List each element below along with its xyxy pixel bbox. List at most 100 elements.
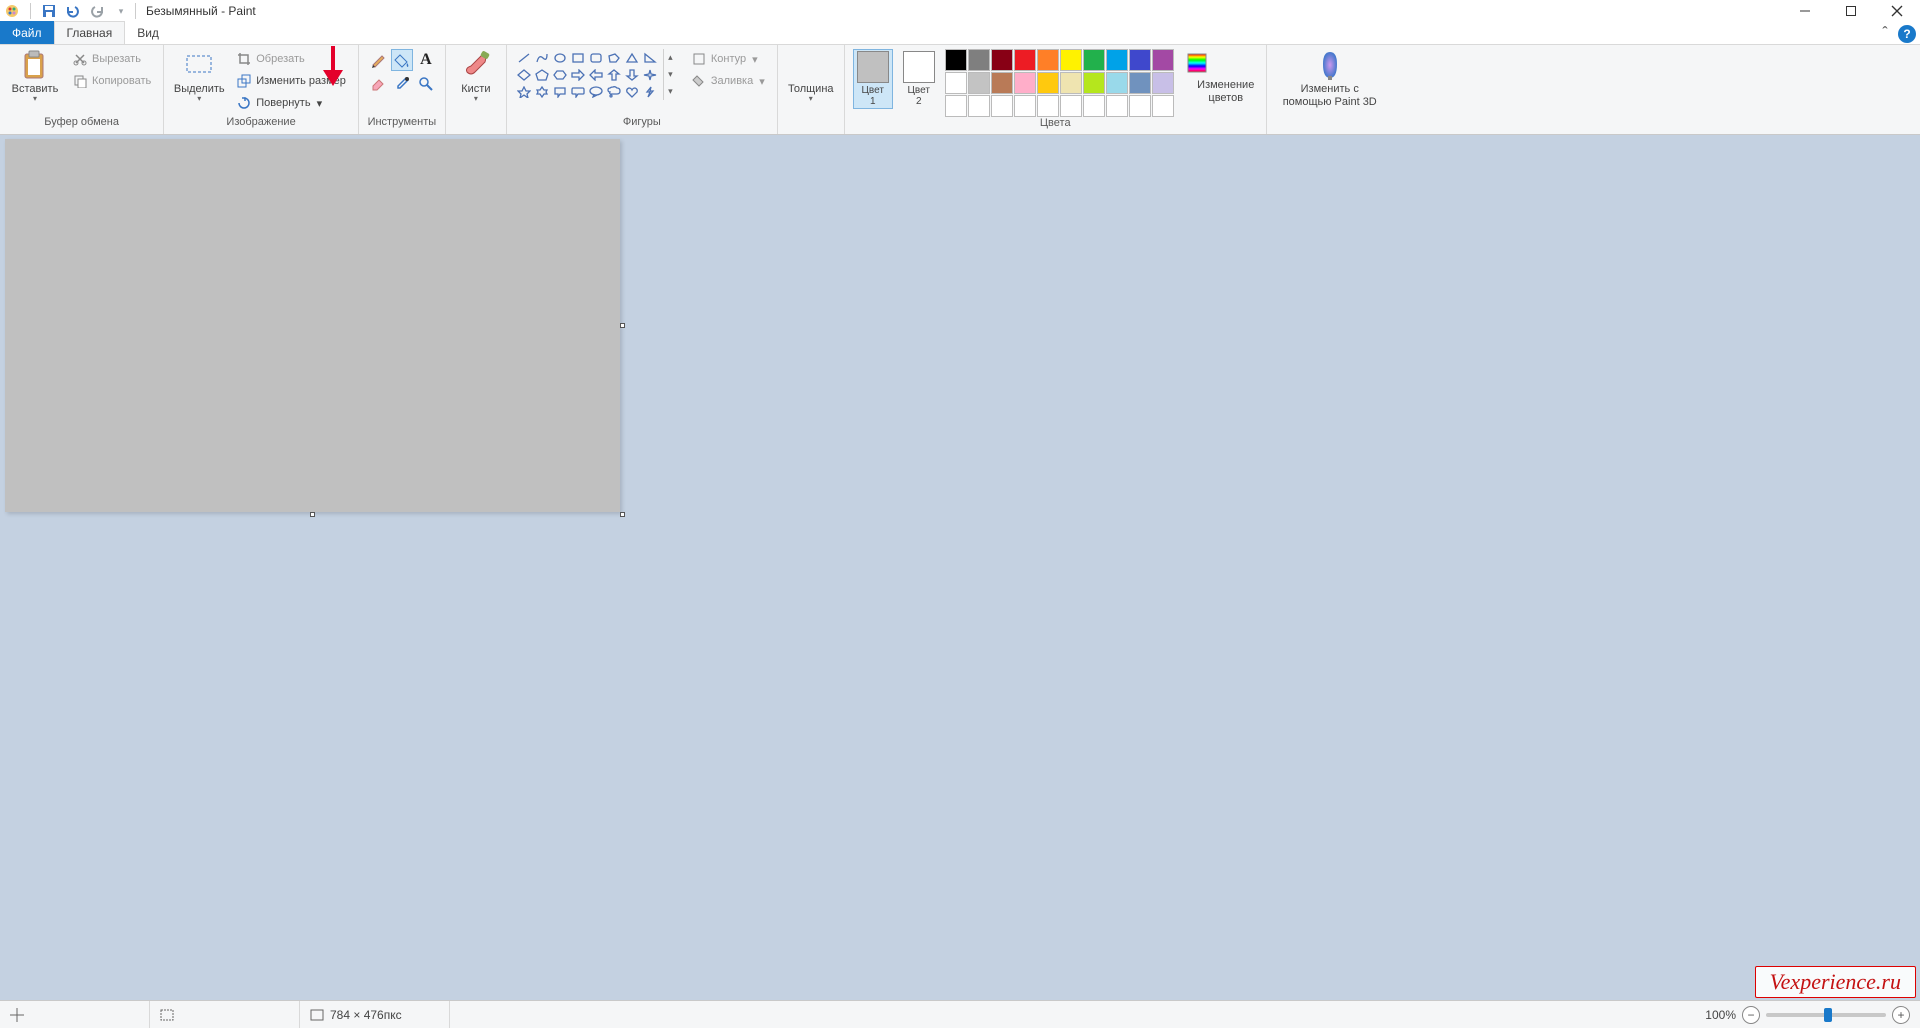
tab-home[interactable]: Главная bbox=[54, 21, 126, 44]
palette-custom-slot[interactable] bbox=[1083, 95, 1105, 117]
shapes-expand[interactable]: ▾ bbox=[664, 83, 677, 100]
rotate-button[interactable]: Повернуть ▾ bbox=[232, 93, 350, 113]
resize-button[interactable]: Изменить размер bbox=[232, 71, 350, 91]
shapes-scroll-down[interactable]: ▾ bbox=[664, 66, 677, 83]
palette-color[interactable] bbox=[968, 49, 990, 71]
resize-handle-se[interactable] bbox=[620, 512, 625, 517]
cut-button[interactable]: Вырезать bbox=[68, 49, 155, 69]
help-icon[interactable]: ? bbox=[1898, 25, 1916, 43]
fill-tool[interactable] bbox=[391, 49, 413, 71]
shape-star6[interactable] bbox=[533, 83, 551, 100]
shape-line[interactable] bbox=[515, 49, 533, 66]
close-button[interactable] bbox=[1874, 0, 1920, 22]
pencil-tool[interactable] bbox=[367, 49, 389, 71]
palette-custom-slot[interactable] bbox=[945, 95, 967, 117]
palette-color[interactable] bbox=[1083, 49, 1105, 71]
shape-roundrect[interactable] bbox=[587, 49, 605, 66]
shape-curve[interactable] bbox=[533, 49, 551, 66]
shape-callout-round[interactable] bbox=[569, 83, 587, 100]
palette-color[interactable] bbox=[1060, 49, 1082, 71]
resize-handle-e[interactable] bbox=[620, 323, 625, 328]
eraser-tool[interactable] bbox=[367, 73, 389, 95]
shape-callout-cloud[interactable] bbox=[605, 83, 623, 100]
shape-arrow-up[interactable] bbox=[605, 66, 623, 83]
shape-right-triangle[interactable] bbox=[641, 49, 659, 66]
palette-custom-slot[interactable] bbox=[1129, 95, 1151, 117]
palette-color[interactable] bbox=[945, 49, 967, 71]
zoom-slider[interactable] bbox=[1766, 1013, 1886, 1017]
palette-color[interactable] bbox=[1152, 49, 1174, 71]
minimize-button[interactable] bbox=[1782, 0, 1828, 22]
copy-button[interactable]: Копировать bbox=[68, 71, 155, 91]
shape-arrow-right[interactable] bbox=[569, 66, 587, 83]
shape-outline-button[interactable]: Контур▾ bbox=[687, 49, 769, 69]
zoom-in-button[interactable]: + bbox=[1892, 1006, 1910, 1024]
size-button[interactable]: Толщина ▾ bbox=[786, 49, 836, 103]
qat-customize-icon[interactable]: ▾ bbox=[111, 1, 131, 21]
undo-icon[interactable] bbox=[63, 1, 83, 21]
palette-custom-slot[interactable] bbox=[1060, 95, 1082, 117]
palette-custom-slot[interactable] bbox=[968, 95, 990, 117]
palette-color[interactable] bbox=[1106, 49, 1128, 71]
canvas[interactable] bbox=[5, 139, 620, 512]
palette-custom-slot[interactable] bbox=[1106, 95, 1128, 117]
palette-color[interactable] bbox=[1037, 72, 1059, 94]
shape-polygon[interactable] bbox=[605, 49, 623, 66]
resize-handle-s[interactable] bbox=[310, 512, 315, 517]
shape-arrow-down[interactable] bbox=[623, 66, 641, 83]
save-icon[interactable] bbox=[39, 1, 59, 21]
work-area[interactable] bbox=[0, 135, 1920, 1000]
palette-color[interactable] bbox=[991, 49, 1013, 71]
app-icon[interactable] bbox=[2, 1, 22, 21]
palette-custom-slot[interactable] bbox=[1037, 95, 1059, 117]
brushes-button[interactable]: Кисти ▾ bbox=[454, 49, 498, 103]
palette-color[interactable] bbox=[1060, 72, 1082, 94]
magnifier-tool[interactable] bbox=[415, 73, 437, 95]
palette-color[interactable] bbox=[1106, 72, 1128, 94]
shape-heart[interactable] bbox=[623, 83, 641, 100]
shape-callout-rect[interactable] bbox=[551, 83, 569, 100]
shape-lightning[interactable] bbox=[641, 83, 659, 100]
palette-color[interactable] bbox=[1014, 72, 1036, 94]
shape-pentagon[interactable] bbox=[533, 66, 551, 83]
color-palette[interactable] bbox=[945, 49, 1174, 117]
palette-custom-slot[interactable] bbox=[991, 95, 1013, 117]
shape-hexagon[interactable] bbox=[551, 66, 569, 83]
zoom-thumb[interactable] bbox=[1824, 1008, 1832, 1022]
paint3d-button[interactable]: Изменить с помощью Paint 3D bbox=[1275, 49, 1385, 108]
redo-icon[interactable] bbox=[87, 1, 107, 21]
tab-file[interactable]: Файл bbox=[0, 21, 54, 44]
shapes-scroll-up[interactable]: ▴ bbox=[664, 49, 677, 66]
palette-color[interactable] bbox=[1014, 49, 1036, 71]
palette-color[interactable] bbox=[1037, 49, 1059, 71]
zoom-out-button[interactable]: − bbox=[1742, 1006, 1760, 1024]
palette-color[interactable] bbox=[1129, 72, 1151, 94]
text-tool[interactable]: A bbox=[415, 49, 437, 71]
shape-star4[interactable] bbox=[641, 66, 659, 83]
color2-button[interactable]: Цвет 2 bbox=[899, 49, 939, 109]
paste-button[interactable]: Вставить ▾ bbox=[8, 49, 62, 103]
shape-rect[interactable] bbox=[569, 49, 587, 66]
palette-color[interactable] bbox=[945, 72, 967, 94]
color-picker-tool[interactable] bbox=[391, 73, 413, 95]
shapes-gallery[interactable] bbox=[515, 49, 659, 100]
maximize-button[interactable] bbox=[1828, 0, 1874, 22]
palette-custom-slot[interactable] bbox=[1014, 95, 1036, 117]
shape-star5[interactable] bbox=[515, 83, 533, 100]
shape-callout-oval[interactable] bbox=[587, 83, 605, 100]
palette-color[interactable] bbox=[991, 72, 1013, 94]
palette-color[interactable] bbox=[1083, 72, 1105, 94]
shape-arrow-left[interactable] bbox=[587, 66, 605, 83]
collapse-ribbon-icon[interactable]: ˆ bbox=[1876, 25, 1894, 43]
palette-color[interactable] bbox=[1129, 49, 1151, 71]
palette-color[interactable] bbox=[1152, 72, 1174, 94]
color1-button[interactable]: Цвет 1 bbox=[853, 49, 893, 109]
crop-button[interactable]: Обрезать bbox=[232, 49, 350, 69]
edit-colors-button[interactable]: Изменение цветов bbox=[1194, 49, 1258, 104]
palette-color[interactable] bbox=[968, 72, 990, 94]
shape-fill-button[interactable]: Заливка▾ bbox=[687, 71, 769, 91]
tab-view[interactable]: Вид bbox=[125, 21, 171, 44]
shape-diamond[interactable] bbox=[515, 66, 533, 83]
palette-custom-slot[interactable] bbox=[1152, 95, 1174, 117]
shape-oval[interactable] bbox=[551, 49, 569, 66]
